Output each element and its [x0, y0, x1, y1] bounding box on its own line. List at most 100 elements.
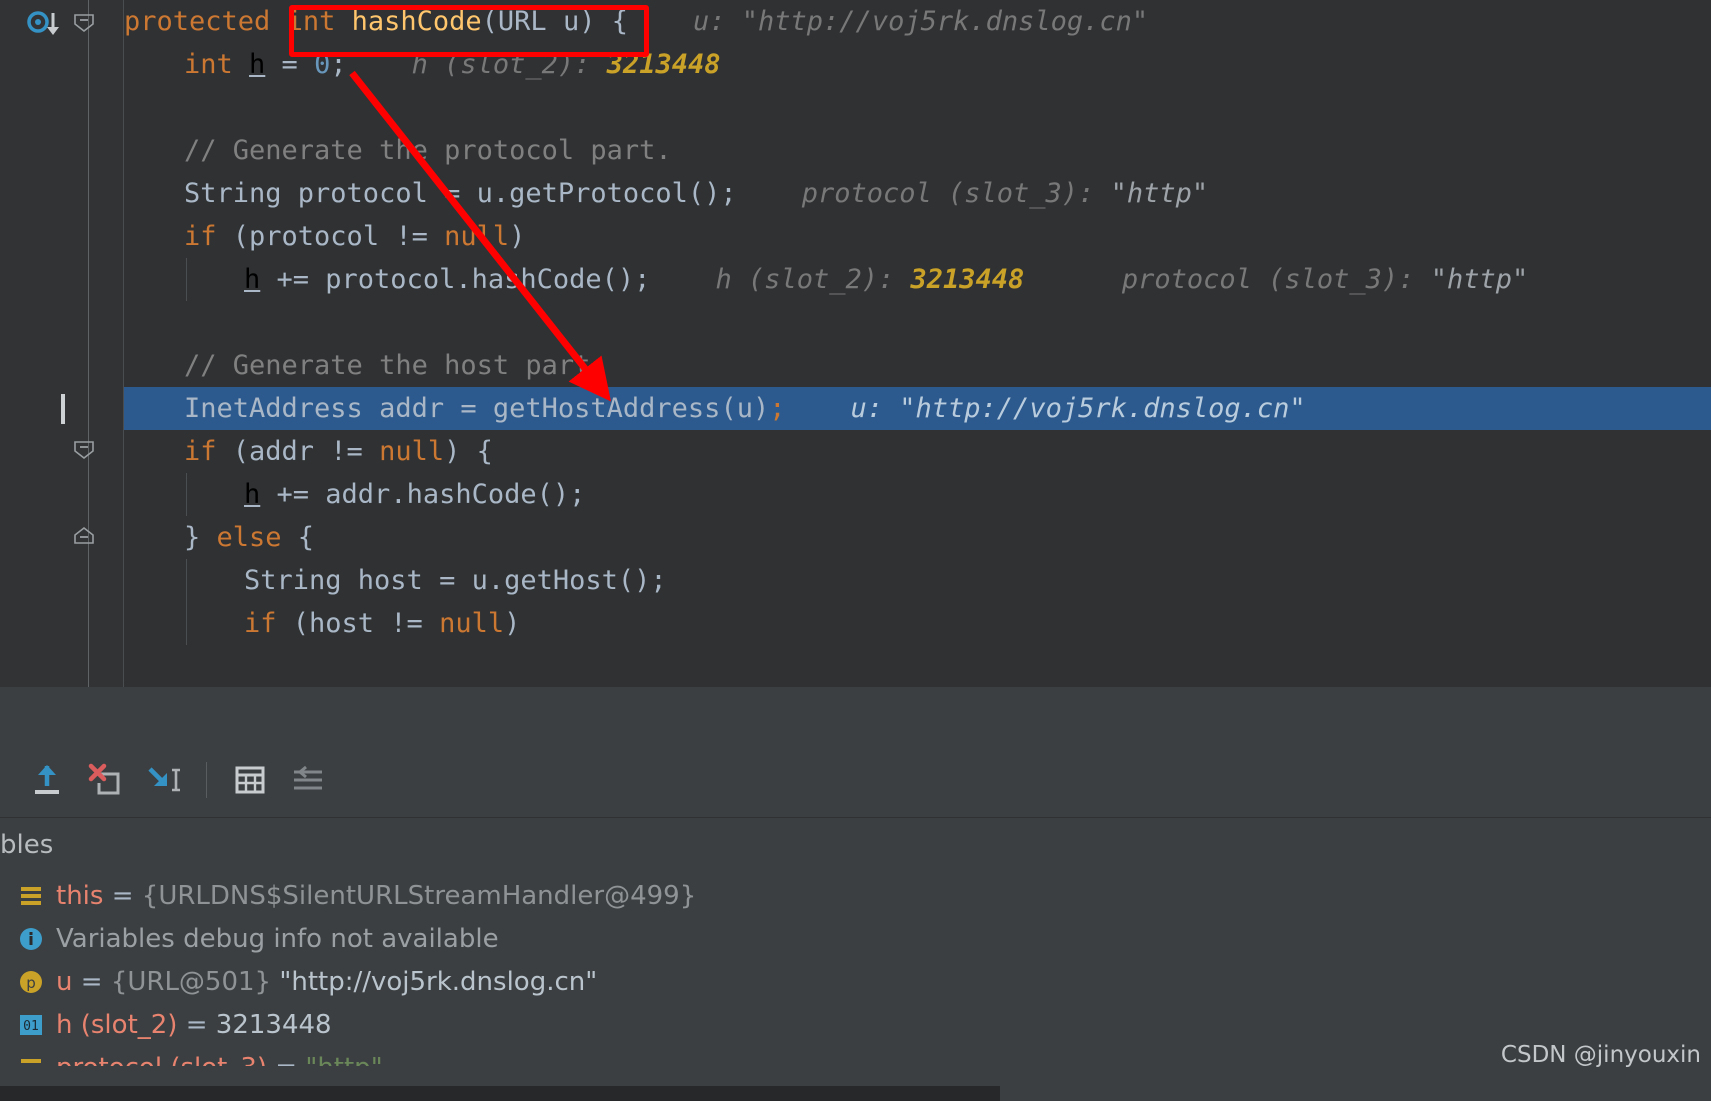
line-content: // Generate the host part. — [124, 350, 607, 381]
gutter-divider-line — [88, 0, 89, 687]
code-token: h — [249, 49, 266, 80]
code-token: += protocol. — [260, 264, 472, 295]
code-token: null — [444, 221, 510, 252]
line-content: int h = 0; h (slot_2): 3213448 — [124, 49, 721, 80]
code-token: getProtocol — [509, 178, 688, 209]
line-comment-protocol[interactable]: // Generate the protocol part. — [124, 129, 1711, 172]
variable-name: this — [56, 880, 104, 911]
step-out-button[interactable] — [18, 751, 76, 809]
variable-row[interactable]: Variables debug info not available — [0, 917, 1711, 960]
code-token: (); — [617, 565, 667, 596]
indent-guide — [186, 258, 187, 301]
code-token: ; — [769, 393, 786, 424]
inline-debug-hint-value: 3213448 — [910, 264, 1025, 295]
code-token: null — [439, 608, 505, 639]
variables-tab-label[interactable]: bles — [0, 830, 53, 860]
variable-row[interactable]: this = {URLDNS$SilentURLStreamHandler@49… — [0, 874, 1711, 917]
code-token: String host = u. — [244, 565, 505, 596]
inline-debug-hint-2: protocol (slot_3): — [1024, 264, 1431, 295]
inline-debug-hint-2-value: "http" — [1430, 264, 1529, 295]
code-token: (addr != — [216, 436, 380, 467]
debugger-toolbar[interactable] — [0, 743, 1711, 818]
variable-equals: = — [177, 1009, 216, 1040]
line-int-h[interactable]: int h = 0; h (slot_2): 3213448 — [124, 43, 1711, 86]
line-signature[interactable]: protected int hashCode(URL u) { u: "http… — [124, 0, 1711, 43]
variable-row[interactable]: p u = {URL@501} "http://voj5rk.dnslog.cn" — [0, 960, 1711, 1003]
code-token: { — [281, 522, 315, 553]
fold-end-icon[interactable] — [73, 526, 95, 544]
line-string-host[interactable]: String host = u.getHost(); — [124, 559, 1711, 602]
code-token: ) — [509, 221, 526, 252]
code-token: // Generate the protocol part. — [184, 135, 672, 166]
line-if-host[interactable]: if (host != null) — [124, 602, 1711, 645]
force-step-into-button[interactable] — [134, 751, 192, 809]
code-token: (u) — [720, 393, 770, 424]
variables-list[interactable]: this = {URLDNS$SilentURLStreamHandler@49… — [0, 874, 1711, 1083]
line-inetaddress[interactable]: InetAddress addr = getHostAddress(u); u:… — [61, 387, 1711, 430]
line-h-plus-addr[interactable]: h += addr.hashCode(); — [124, 473, 1711, 516]
variable-row[interactable]: 01 h (slot_2) = 3213448 — [0, 1003, 1711, 1046]
code-token: String protocol = u. — [184, 178, 510, 209]
toolbar-separator — [206, 762, 207, 798]
variable-value: "http://voj5rk.dnslog.cn" — [279, 966, 598, 997]
line-content: protected int hashCode(URL u) { u: "http… — [124, 6, 1148, 37]
code-token: ; — [330, 49, 347, 80]
code-token: u — [562, 6, 580, 37]
code-token: hashCode — [351, 6, 482, 37]
line-content: if (protocol != null) — [124, 221, 525, 252]
code-token: (); — [687, 178, 737, 209]
fold-collapse-icon-2[interactable] — [73, 440, 95, 460]
indent-guide — [186, 602, 187, 645]
code-token: getHost — [504, 565, 618, 596]
inline-debug-hint-value: "http" — [1110, 178, 1209, 209]
code-lines[interactable]: protected int hashCode(URL u) { u: "http… — [61, 0, 1711, 687]
code-token: // Generate the host part. — [184, 350, 607, 381]
code-token: (); — [536, 479, 586, 510]
code-token: = — [265, 49, 315, 80]
code-token: getHostAddress — [492, 393, 721, 424]
code-token: ) { — [579, 6, 628, 37]
watermark-text: CSDN @jinyouxin — [1500, 1042, 1701, 1068]
line-content: } else { — [124, 522, 314, 553]
code-token: ) — [504, 608, 521, 639]
line-comment-host[interactable]: // Generate the host part. — [124, 344, 1711, 387]
code-token: protected — [124, 6, 287, 37]
inline-debug-hint: u: "http://voj5rk.dnslog.cn" — [627, 6, 1149, 37]
code-token: null — [379, 436, 445, 467]
variable-equals: = — [103, 880, 142, 911]
drop-frame-button[interactable] — [76, 751, 134, 809]
settings-button[interactable] — [279, 751, 337, 809]
variables-panel-header: bles — [0, 818, 1711, 875]
code-token: URL — [497, 6, 563, 37]
code-token: (); — [601, 264, 651, 295]
line-content: if (addr != null) { — [124, 436, 493, 467]
code-token: InetAddress addr = — [184, 393, 493, 424]
code-token: int — [286, 6, 352, 37]
horizontal-scrollbar-thumb[interactable] — [0, 1086, 1000, 1101]
indent-guide — [186, 559, 187, 602]
variable-name: h (slot_2) — [56, 1009, 178, 1040]
line-if-protocol[interactable]: if (protocol != null) — [124, 215, 1711, 258]
code-token: += addr. — [260, 479, 407, 510]
editor-gutter[interactable] — [27, 0, 124, 687]
fold-collapse-icon-1[interactable] — [73, 13, 95, 33]
evaluate-expression-button[interactable] — [221, 751, 279, 809]
line-string-protocol[interactable]: String protocol = u.getProtocol(); proto… — [124, 172, 1711, 215]
object-field-icon — [16, 881, 46, 911]
code-token: hashCode — [406, 479, 537, 510]
line-blank-1[interactable] — [124, 86, 1711, 129]
inline-debug-hint: u: "http://voj5rk.dnslog.cn" — [785, 393, 1306, 424]
editor-panel-splitter[interactable] — [0, 687, 1711, 743]
line-h-plus-protocol[interactable]: h += protocol.hashCode(); h (slot_2): 32… — [124, 258, 1711, 301]
code-token: else — [216, 522, 282, 553]
code-token: 0 — [314, 49, 331, 80]
line-blank-2[interactable] — [124, 301, 1711, 344]
current-execution-point-icon[interactable] — [27, 10, 67, 44]
code-token: if — [184, 436, 217, 467]
line-else[interactable]: } else { — [124, 516, 1711, 559]
line-if-addr[interactable]: if (addr != null) { — [124, 430, 1711, 473]
code-editor[interactable]: protected int hashCode(URL u) { u: "http… — [0, 0, 1711, 687]
info-icon — [16, 924, 46, 954]
variable-value: Variables debug info not available — [56, 923, 499, 954]
code-token: int — [184, 49, 250, 80]
